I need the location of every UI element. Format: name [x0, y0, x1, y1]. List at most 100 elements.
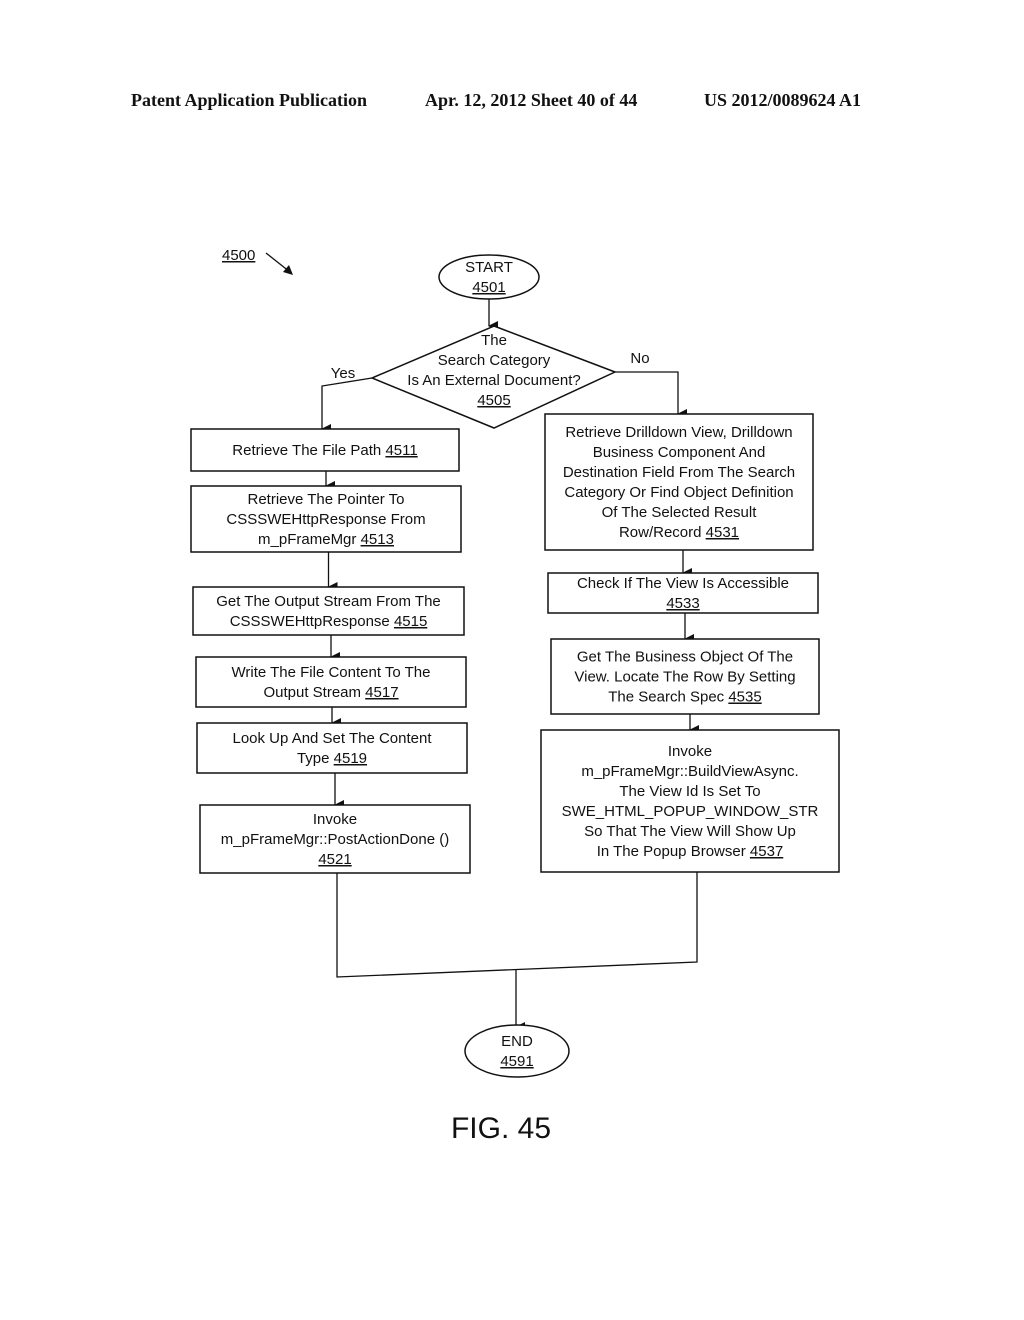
- left-step-4517-line: Output Stream: [263, 684, 361, 701]
- right-step-4537-line: The View Id Is Set To: [619, 783, 760, 800]
- right-step-4537: Invokem_pFrameMgr::BuildViewAsync.The Vi…: [540, 729, 840, 873]
- right-step-4537-text: So That The View Will Show Up: [584, 823, 796, 840]
- right-step-4537-line: Invoke: [668, 743, 712, 760]
- left-step-4519-text: Type 4519: [297, 750, 367, 767]
- right-step-4531-text: Of The Selected Result: [602, 504, 758, 521]
- left-step-4513-text: m_pFrameMgr 4513: [258, 531, 394, 548]
- right-step-4531-ref: 4531: [706, 524, 739, 541]
- right-step-4533-ref: 4533: [666, 595, 699, 612]
- left-step-4513-ref: 4513: [361, 531, 394, 548]
- decision-line: The: [481, 332, 507, 349]
- left-step-4513-text: CSSSWEHttpResponse From: [226, 511, 425, 528]
- end-text: END: [501, 1033, 533, 1050]
- right-step-4535-ref: 4535: [728, 689, 761, 706]
- line-connector: [336, 872, 698, 978]
- left-step-4521-ref: 4521: [318, 851, 351, 868]
- right-step-4537-text: In The Popup Browser 4537: [597, 843, 784, 860]
- left-step-4511-text: Retrieve The File Path 4511: [232, 442, 417, 459]
- left-step-4513-line: m_pFrameMgr: [258, 531, 356, 548]
- right-step-4535-text: The Search Spec 4535: [608, 689, 761, 706]
- decision-line: Search Category: [438, 352, 551, 369]
- right-step-4535: Get The Business Object Of The View. Loca…: [550, 638, 820, 715]
- left-step-4521-text: Invoke: [313, 811, 357, 828]
- left-step-4513-line: CSSSWEHttpResponse From: [226, 511, 425, 528]
- right-step-4537-text: m_pFrameMgr::BuildViewAsync.: [581, 763, 798, 780]
- right-step-4535-line: View. Locate The Row By Setting: [574, 669, 795, 686]
- start-terminal: START 4501: [438, 254, 540, 300]
- left-step-4513-line: Retrieve The Pointer To: [247, 491, 404, 508]
- left-step-4519-text: Look Up And Set The Content: [232, 730, 432, 747]
- left-step-4511-line: Retrieve The File Path: [232, 442, 381, 459]
- left-step-4521-line: m_pFrameMgr::PostActionDone (): [221, 831, 449, 848]
- decision-text: The: [481, 332, 507, 349]
- left-step-4521-line: Invoke: [313, 811, 357, 828]
- right-step-4535-text: Get The Business Object Of The: [577, 649, 793, 666]
- left-step-4521-text: m_pFrameMgr::PostActionDone (): [221, 831, 449, 848]
- right-step-4535-line: Get The Business Object Of The: [577, 649, 793, 666]
- right-step-4531-line: Row/Record: [619, 524, 702, 541]
- right-step-4531-line: Retrieve Drilldown View, Drilldown: [565, 424, 792, 441]
- arrow-connector: [321, 377, 373, 434]
- right-step-4531-text: Destination Field From The Search: [563, 464, 795, 481]
- right-step-4537-text: Invoke: [668, 743, 712, 760]
- right-step-4531-text: Category Or Find Object Definition: [564, 484, 793, 501]
- left-step-4519-ref: 4519: [334, 750, 367, 767]
- left-step-4515: Get The Output Stream From The CSSSWEHttp…: [192, 586, 465, 636]
- right-step-4531-line: Of The Selected Result: [602, 504, 758, 521]
- start-line: START: [465, 259, 513, 276]
- left-step-4517-ref: 4517: [365, 684, 398, 701]
- left-step-4517: Write The File Content To The Output Stre…: [195, 656, 467, 708]
- right-step-4533-text: Check If The View Is Accessible: [577, 575, 789, 592]
- ref-arrow-head: [283, 265, 293, 275]
- arrow-connector: [615, 371, 687, 419]
- right-step-4535-text: View. Locate The Row By Setting: [574, 669, 795, 686]
- decision-text: Is An External Document?: [407, 372, 580, 389]
- end-ref: 4591: [500, 1053, 533, 1070]
- right-step-4531-line: Business Component And: [593, 444, 766, 461]
- start-text: START: [465, 259, 513, 276]
- figure-ref-label: 4500: [222, 247, 255, 264]
- left-step-4519: Look Up And Set The Content Type 4519: [196, 722, 468, 774]
- left-step-4517-line: Write The File Content To The: [232, 664, 431, 681]
- end-line: END: [501, 1033, 533, 1050]
- right-step-4533: Check If The View Is Accessible 4533: [547, 572, 819, 614]
- right-step-4537-text: The View Id Is Set To: [619, 783, 760, 800]
- right-step-4537-line: In The Popup Browser: [597, 843, 746, 860]
- flowchart: 4500 START 4501 The Search Category Is An Ext…: [190, 247, 840, 1145]
- left-step-4515-line: Get The Output Stream From The: [216, 593, 441, 610]
- left-step-4513-text: Retrieve The Pointer To: [247, 491, 404, 508]
- right-step-4537-text: SWE_HTML_POPUP_WINDOW_STR: [562, 803, 819, 820]
- right-step-4537-line: SWE_HTML_POPUP_WINDOW_STR: [562, 803, 819, 820]
- right-step-4531-line: Category Or Find Object Definition: [564, 484, 793, 501]
- right-step-4531: Retrieve Drilldown View, Drilldown Busine…: [544, 413, 814, 551]
- decision-text: Search Category: [438, 352, 551, 369]
- left-step-4517-text: Write The File Content To The: [232, 664, 431, 681]
- figure-label: FIG. 45: [451, 1112, 551, 1145]
- left-step-4517-text: Output Stream 4517: [263, 684, 398, 701]
- decision-ref: 4505: [477, 392, 510, 409]
- right-step-4533-line: Check If The View Is Accessible: [577, 575, 789, 592]
- left-step-4515-ref: 4515: [394, 613, 427, 630]
- left-step-4515-line: CSSSWEHttpResponse: [230, 613, 390, 630]
- yes-label: Yes: [331, 365, 355, 382]
- left-step-4513: Retrieve The Pointer To CSSSWEHttpRespons…: [190, 485, 462, 553]
- right-step-4531-text: Row/Record 4531: [619, 524, 739, 541]
- right-step-4531-text: Business Component And: [593, 444, 766, 461]
- left-step-4511: Retrieve The File Path 4511: [190, 428, 460, 472]
- no-label: No: [630, 350, 649, 367]
- start-ref: 4501: [472, 279, 505, 296]
- right-step-4537-line: So That The View Will Show Up: [584, 823, 796, 840]
- left-step-4519-line: Type: [297, 750, 330, 767]
- right-step-4531-text: Retrieve Drilldown View, Drilldown: [565, 424, 792, 441]
- right-step-4537-ref: 4537: [750, 843, 783, 860]
- left-step-4515-text: Get The Output Stream From The: [216, 593, 441, 610]
- right-step-4537-line: m_pFrameMgr::BuildViewAsync.: [581, 763, 798, 780]
- right-step-4531-line: Destination Field From The Search: [563, 464, 795, 481]
- left-step-4515-text: CSSSWEHttpResponse 4515: [230, 613, 428, 630]
- left-step-4511-ref: 4511: [385, 442, 417, 459]
- left-step-4519-line: Look Up And Set The Content: [232, 730, 432, 747]
- end-terminal: END 4591: [464, 1024, 570, 1078]
- right-step-4535-line: The Search Spec: [608, 689, 724, 706]
- left-step-4521: Invokem_pFrameMgr::PostActionDone ()4521: [199, 804, 471, 874]
- decision-line: Is An External Document?: [407, 372, 580, 389]
